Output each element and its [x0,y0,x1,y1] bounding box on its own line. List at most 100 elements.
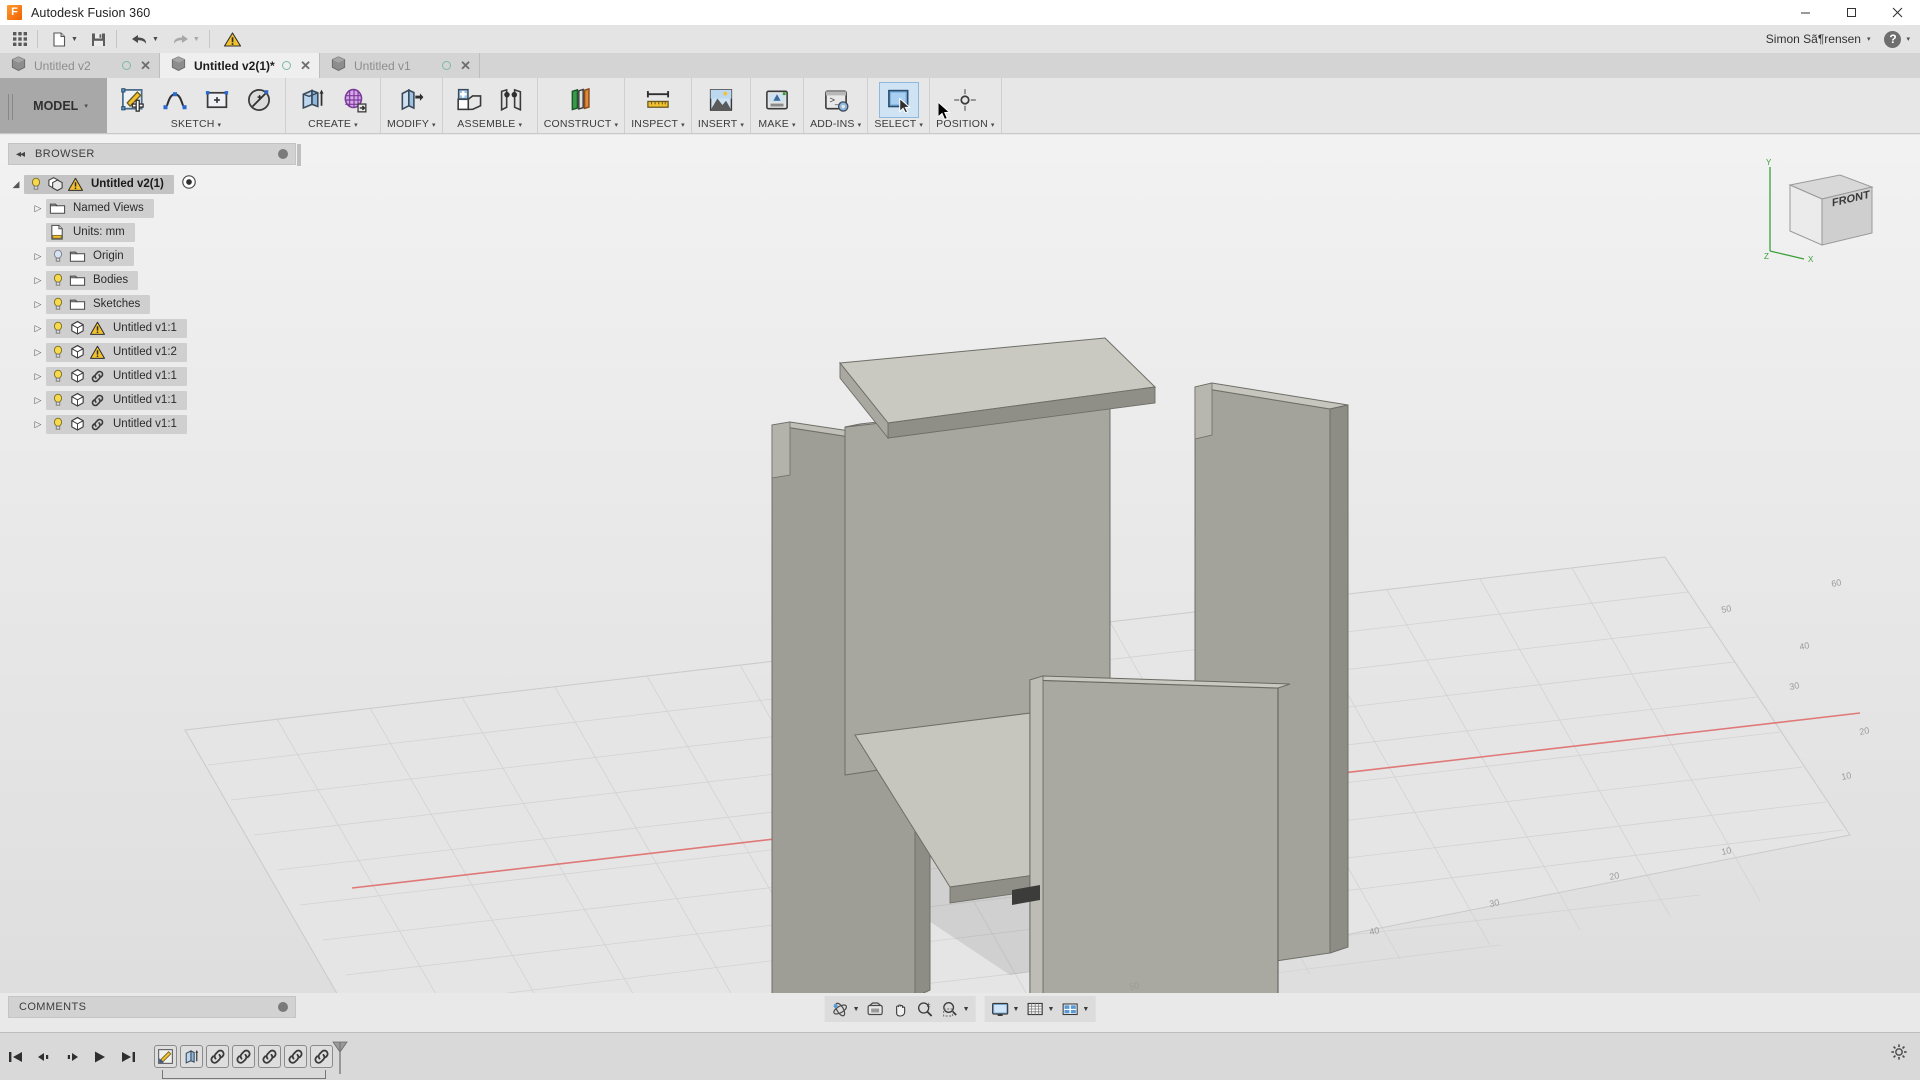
browser-tree-row[interactable]: ▷ Untitled v1:1 [8,316,298,340]
expand-arrow-icon[interactable]: ▷ [30,251,46,262]
browser-node[interactable]: Sketches [46,294,151,314]
browser-tree-row[interactable]: ▷ Untitled v1:1 [8,412,298,436]
timeline-feature[interactable] [180,1045,203,1068]
timeline-feature[interactable] [284,1045,307,1068]
ribbon-group-label[interactable]: INSERT ▾ [698,118,744,133]
chevron-down-icon[interactable]: ▾ [84,102,88,110]
rectangle-icon[interactable] [197,82,237,118]
expand-arrow-icon[interactable]: ▷ [30,323,46,334]
browser-node[interactable]: Untitled v1:1 [46,390,187,410]
document-tab[interactable]: Untitled v1 ✕ [320,53,480,78]
expand-arrow-icon[interactable]: ▷ [30,371,46,382]
browser-node[interactable]: Named Views [46,198,154,218]
browser-tree-row[interactable]: ▷ Bodies [8,268,298,292]
ribbon-group-label[interactable]: POSITION ▾ [936,118,995,133]
ribbon-group-label[interactable]: MODIFY ▾ [387,118,436,133]
chevron-down-icon[interactable]: ▾ [740,122,744,129]
position-icon[interactable] [945,82,985,118]
close-icon[interactable]: ✕ [300,59,311,72]
browser-node[interactable]: Bodies [46,270,139,290]
save-icon[interactable] [86,26,111,52]
viewports-icon[interactable] [1057,997,1082,1021]
user-name-label[interactable]: Simon Sã¶rensen [1766,32,1861,46]
chevron-down-icon[interactable]: ▼ [1013,1006,1020,1013]
file-icon[interactable]: ▼ [47,26,82,52]
expand-arrow-icon[interactable]: ▷ [30,299,46,310]
display-settings-icon[interactable] [988,997,1013,1021]
chevron-down-icon[interactable]: ▼ [963,1006,970,1013]
timeline-feature[interactable] [206,1045,229,1068]
comments-panel-header[interactable]: COMMENTS [8,996,296,1018]
maximize-button[interactable] [1828,0,1874,25]
chevron-down-icon[interactable]: ▼ [1082,1006,1089,1013]
document-tab[interactable]: Untitled v2 ✕ [0,53,160,78]
ribbon-group-label[interactable]: CREATE ▾ [308,118,358,133]
pan-icon[interactable] [888,997,913,1021]
browser-tree-row[interactable]: ▷ Sketches [8,292,298,316]
close-icon[interactable]: ✕ [460,59,471,72]
view-cube[interactable]: Y Z X FRONT [1752,155,1882,265]
orbit-icon[interactable] [828,997,853,1021]
chevron-down-icon[interactable]: ▾ [614,122,618,129]
browser-tree-row[interactable]: Units: mm [8,220,298,244]
chevron-down-icon[interactable]: ▾ [1867,35,1871,43]
ribbon-group-label[interactable]: SKETCH ▾ [171,118,222,133]
chevron-down-icon[interactable]: ▾ [858,122,862,129]
expand-arrow-icon[interactable]: ◢ [8,179,24,190]
chevron-down-icon[interactable]: ▾ [991,122,995,129]
expand-arrow-icon[interactable]: ▷ [30,275,46,286]
comments-settings-icon[interactable] [278,1002,288,1012]
chevron-down-icon[interactable]: ▾ [218,122,222,129]
close-icon[interactable]: ✕ [140,59,151,72]
offset-plane-icon[interactable] [561,82,601,118]
browser-node[interactable]: Untitled v1:1 [46,366,187,386]
press-pull-icon[interactable] [391,82,431,118]
timeline-feature[interactable] [154,1045,177,1068]
redo-icon[interactable]: ▼ [167,26,204,52]
select-icon[interactable] [878,82,919,118]
zoom-icon[interactable]: ± [913,997,938,1021]
document-sync-icon[interactable] [442,61,452,70]
circle-icon[interactable] [239,82,279,118]
chevron-down-icon[interactable]: ▼ [71,36,78,43]
chevron-down-icon[interactable]: ▼ [152,36,159,43]
browser-tree-row[interactable]: ▷ Untitled v1:2 [8,340,298,364]
scripts-addins-icon[interactable]: >_ [816,82,856,118]
close-button[interactable] [1874,0,1920,25]
timeline-marker-icon[interactable] [332,1041,348,1080]
ribbon-group-label[interactable]: ASSEMBLE ▾ [457,118,522,133]
chevron-down-icon[interactable]: ▾ [354,122,358,129]
browser-node[interactable]: Untitled v1:1 [46,318,187,338]
chevron-down-icon[interactable]: ▾ [519,122,523,129]
timeline-feature[interactable] [310,1045,333,1068]
step-back-icon[interactable] [36,1049,52,1065]
play-icon[interactable] [92,1049,108,1065]
ribbon-group-label[interactable]: SELECT ▾ [874,118,923,133]
chevron-down-icon[interactable]: ▾ [792,122,796,129]
grid-snaps-icon[interactable] [1022,997,1047,1021]
document-sync-icon[interactable] [282,61,292,70]
browser-tree-row[interactable]: ▷ Untitled v1:1 [8,388,298,412]
warning-icon[interactable] [219,26,246,52]
minimize-button[interactable] [1782,0,1828,25]
look-at-icon[interactable] [863,997,888,1021]
ribbon-group-label[interactable]: CONSTRUCT ▾ [544,118,618,133]
step-forward-icon[interactable] [64,1049,80,1065]
timeline-feature[interactable] [232,1045,255,1068]
ribbon-group-label[interactable]: MAKE ▾ [758,118,795,133]
ribbon-group-label[interactable]: INSPECT ▾ [631,118,685,133]
document-tab[interactable]: Untitled v2(1)* ✕ [160,53,320,78]
browser-settings-icon[interactable] [278,149,288,159]
chevron-down-icon[interactable]: ▾ [432,122,436,129]
expand-arrow-icon[interactable]: ▷ [30,347,46,358]
document-sync-icon[interactable] [122,61,132,70]
mesh-create-icon[interactable] [334,82,374,118]
chevron-down-icon[interactable]: ▾ [681,122,685,129]
settings-gear-icon[interactable] [1890,1043,1908,1066]
timeline-feature[interactable] [258,1045,281,1068]
chevron-down-icon[interactable]: ▼ [1047,1006,1054,1013]
browser-node[interactable]: Untitled v1:1 [46,414,187,434]
zoom-window-icon[interactable] [938,997,963,1021]
extrude-icon[interactable] [292,82,332,118]
measure-icon[interactable] [638,82,678,118]
